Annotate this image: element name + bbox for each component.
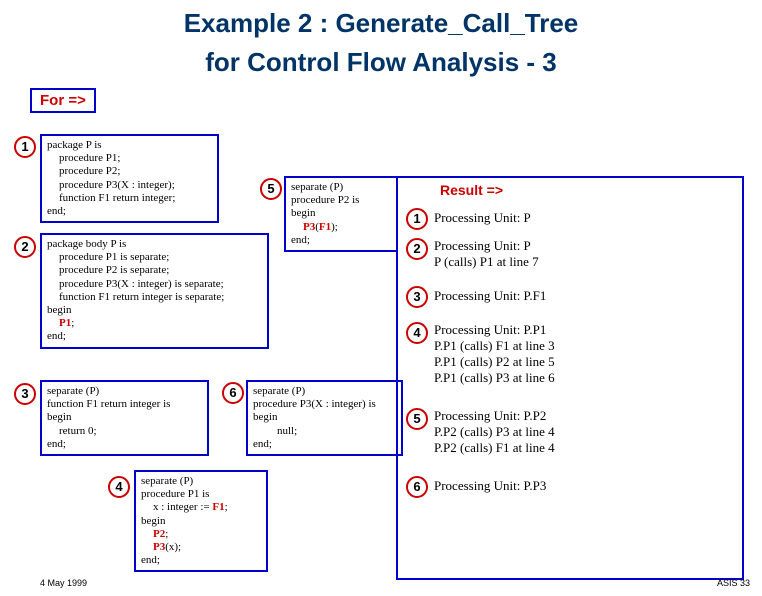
- for-label-box: For =>: [30, 88, 96, 113]
- code: end;: [47, 438, 202, 451]
- slide-title-1: Example 2 : Generate_Call_Tree: [0, 8, 762, 39]
- code: begin: [291, 207, 391, 220]
- code: separate (P): [141, 475, 193, 487]
- code: P3(F1);: [291, 221, 391, 234]
- code: end;: [47, 330, 66, 342]
- marker-5-left: 5: [260, 178, 282, 200]
- result-5a: Processing Unit: P.P2: [434, 408, 546, 424]
- code: P1;: [47, 317, 262, 330]
- code: P3(x);: [141, 541, 261, 554]
- call: P1: [59, 317, 71, 329]
- call: P3: [153, 541, 165, 553]
- result-2a: Processing Unit: P: [434, 238, 531, 254]
- code: begin: [253, 411, 396, 424]
- call: F1: [212, 501, 224, 513]
- code: begin: [141, 515, 261, 528]
- code: procedure P1 is separate;: [47, 251, 262, 264]
- code: end;: [291, 234, 391, 247]
- code: begin: [47, 304, 71, 316]
- result-marker-6: 6: [406, 476, 428, 498]
- result-4d: P.P1 (calls) P3 at line 6: [434, 370, 555, 386]
- code: separate (P): [253, 385, 305, 397]
- result-4b: P.P1 (calls) F1 at line 3: [434, 338, 555, 354]
- footer-page: ASIS 33: [717, 578, 750, 588]
- code: begin: [47, 411, 202, 424]
- code-box-2: package body P is procedure P1 is separa…: [40, 233, 269, 349]
- code: procedure P2;: [47, 165, 212, 178]
- code: P2;: [141, 528, 261, 541]
- code-box-6: separate (P) procedure P3(X : integer) i…: [246, 380, 403, 456]
- code-box-4: separate (P) procedure P1 is x : integer…: [134, 470, 268, 572]
- code: procedure P3(X : integer) is: [253, 398, 396, 411]
- code: function F1 return integer;: [47, 192, 212, 205]
- code: end;: [253, 438, 396, 451]
- code: function F1 return integer is separate;: [47, 291, 262, 304]
- result-marker-5: 5: [406, 408, 428, 430]
- code-box-5: separate (P) procedure P2 is begin P3(F1…: [284, 176, 398, 252]
- result-marker-2: 2: [406, 238, 428, 260]
- result-1: Processing Unit: P: [434, 210, 531, 226]
- code: procedure P1;: [47, 152, 212, 165]
- result-label: Result =>: [440, 182, 503, 198]
- result-marker-1: 1: [406, 208, 428, 230]
- code: procedure P3(X : integer);: [47, 179, 212, 192]
- result-4a: Processing Unit: P.P1: [434, 322, 546, 338]
- code: end;: [47, 205, 66, 217]
- result-4c: P.P1 (calls) P2 at line 5: [434, 354, 555, 370]
- call: P3: [303, 221, 315, 233]
- code: end;: [141, 554, 261, 567]
- result-5c: P.P2 (calls) F1 at line 4: [434, 440, 555, 456]
- slide-title-2: for Control Flow Analysis - 3: [0, 47, 762, 78]
- result-marker-4: 4: [406, 322, 428, 344]
- code-box-3: separate (P) function F1 return integer …: [40, 380, 209, 456]
- result-5b: P.P2 (calls) P3 at line 4: [434, 424, 555, 440]
- code: procedure P2 is separate;: [47, 264, 262, 277]
- code: separate (P): [47, 385, 99, 397]
- marker-3-left: 3: [14, 383, 36, 405]
- code: package P is: [47, 139, 102, 151]
- code: package body P is: [47, 238, 126, 250]
- result-6: Processing Unit: P.P3: [434, 478, 546, 494]
- result-2b: P (calls) P1 at line 7: [434, 254, 539, 270]
- code: procedure P3(X : integer) is separate;: [47, 278, 262, 291]
- result-marker-3: 3: [406, 286, 428, 308]
- code: x : integer := F1;: [141, 501, 261, 514]
- result-3: Processing Unit: P.F1: [434, 288, 546, 304]
- marker-2-left: 2: [14, 236, 36, 258]
- footer-date: 4 May 1999: [40, 578, 87, 588]
- marker-6-left: 6: [222, 382, 244, 404]
- call: P2: [153, 528, 165, 540]
- call: F1: [319, 221, 331, 233]
- code: procedure P1 is: [141, 488, 261, 501]
- code-box-1: package P is procedure P1; procedure P2;…: [40, 134, 219, 223]
- marker-4-left: 4: [108, 476, 130, 498]
- code: null;: [253, 425, 396, 438]
- code: return 0;: [47, 425, 202, 438]
- code: function F1 return integer is: [47, 398, 202, 411]
- code: separate (P): [291, 181, 343, 193]
- code: procedure P2 is: [291, 194, 391, 207]
- marker-1-left: 1: [14, 136, 36, 158]
